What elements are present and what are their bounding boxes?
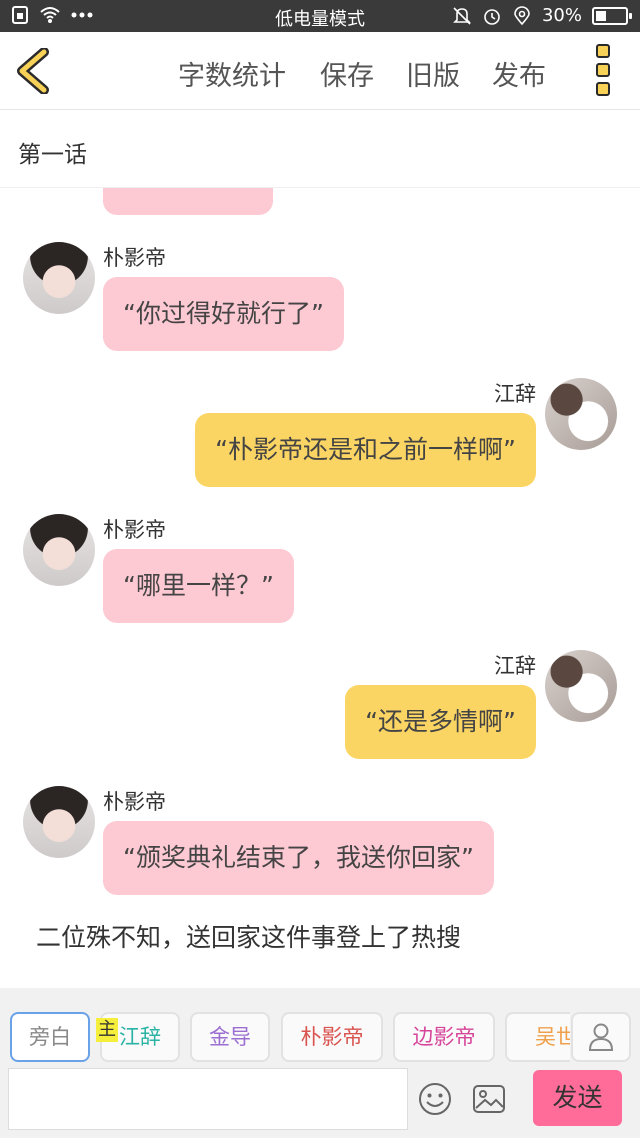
more-menu-icon[interactable] xyxy=(596,44,616,96)
image-icon[interactable] xyxy=(472,1084,506,1114)
user-icon xyxy=(588,1023,614,1051)
add-role-button[interactable] xyxy=(571,1012,631,1062)
message-bubble[interactable]: “朴影帝还是和之前一样啊” xyxy=(195,413,536,487)
status-bar: 低电量模式 30% xyxy=(0,0,640,32)
speaker-name: 朴影帝 xyxy=(103,246,166,270)
message-bubble[interactable]: “颁奖典礼结束了，我送你回家” xyxy=(103,821,494,895)
avatar[interactable] xyxy=(545,650,617,722)
speaker-name: 朴影帝 xyxy=(103,790,166,814)
editor-toolbar: 字数统计 保存 旧版 发布 xyxy=(0,32,640,110)
role-bian-yingdi[interactable]: 边影帝 xyxy=(393,1012,495,1062)
role-jindao[interactable]: 金导 xyxy=(190,1012,270,1062)
role-piao-yingdi[interactable]: 朴影帝 xyxy=(281,1012,383,1062)
speaker-name: 江辞 xyxy=(494,654,536,678)
avatar[interactable] xyxy=(23,786,95,858)
role-wushi[interactable]: 吴世 xyxy=(505,1012,570,1062)
mute-icon xyxy=(453,6,471,25)
battery-icon xyxy=(592,6,632,25)
message-bubble[interactable]: “还是多情啊” xyxy=(345,685,536,759)
emoji-icon[interactable] xyxy=(418,1082,452,1116)
publish-button[interactable]: 发布 xyxy=(492,54,546,93)
role-selector[interactable]: 旁白 江辞 金导 朴影帝 边影帝 吴世 xyxy=(0,1012,570,1062)
message-bubble[interactable]: “哪里一样？” xyxy=(103,549,294,623)
main-role-badge: 主 xyxy=(96,1018,118,1042)
status-right: 30% xyxy=(452,5,632,26)
avatar[interactable] xyxy=(23,514,95,586)
message-bubble[interactable]: “你过得好就行了” xyxy=(103,277,344,351)
send-button[interactable]: 发送 xyxy=(533,1070,622,1126)
alarm-icon xyxy=(484,8,500,25)
back-icon[interactable] xyxy=(14,48,54,94)
avatar[interactable] xyxy=(23,242,95,314)
battery-percent: 30% xyxy=(541,5,582,26)
avatar[interactable] xyxy=(545,378,617,450)
battery-fill xyxy=(596,10,606,21)
role-narrator[interactable]: 旁白 xyxy=(10,1012,90,1062)
word-count-button[interactable]: 字数统计 xyxy=(178,54,286,93)
speaker-name: 朴影帝 xyxy=(103,518,166,542)
chapter-header[interactable]: 第一话 xyxy=(0,111,640,188)
save-button[interactable]: 保存 xyxy=(320,54,374,93)
chapter-title: 第一话 xyxy=(18,142,87,168)
message-input[interactable] xyxy=(8,1068,408,1130)
composer-bar: 旁白 江辞 金导 朴影帝 边影帝 吴世 主 发送 xyxy=(0,988,640,1138)
speaker-name: 江辞 xyxy=(494,382,536,406)
location-icon xyxy=(514,5,530,25)
old-version-button[interactable]: 旧版 xyxy=(406,54,460,93)
message-bubble[interactable] xyxy=(103,188,273,215)
chat-area[interactable]: 朴影帝 “你过得好就行了” 江辞 “朴影帝还是和之前一样啊” 朴影帝 “哪里一样… xyxy=(0,188,640,988)
narration-text[interactable]: 二位殊不知，送回家这件事登上了热搜 xyxy=(36,918,461,954)
